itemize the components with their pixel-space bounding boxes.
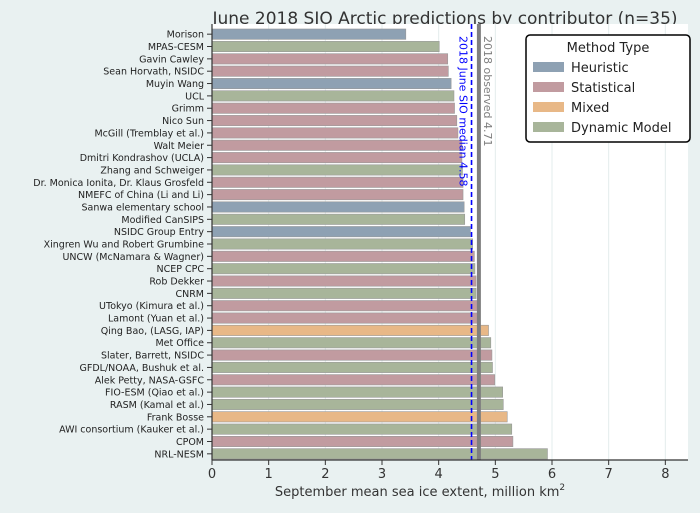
bar <box>211 28 407 40</box>
bar <box>211 164 463 176</box>
bar <box>211 226 471 238</box>
observed-label: 2018 observed 4.71 <box>481 36 494 146</box>
y-tick-label: RASM (Kamal et al.) <box>110 400 204 411</box>
x-tick-label: 1 <box>265 467 273 482</box>
y-tick-label: CPOM <box>176 437 204 448</box>
x-tick-label: 7 <box>605 467 613 482</box>
y-tick-label: GFDL/NOAA, Bushuk et al. <box>80 363 204 374</box>
bar <box>211 41 440 52</box>
y-tick-label: Lamont (Yuan et al.) <box>108 314 204 325</box>
bar <box>211 176 464 188</box>
y-tick-label: FIO-ESM (Qiao et al.) <box>105 388 204 399</box>
bar <box>211 238 473 250</box>
y-tick-label: Rob Dekker <box>149 277 204 288</box>
bar <box>211 102 455 114</box>
y-tick-label: Xingren Wu and Robert Grumbine <box>44 240 205 251</box>
bar <box>211 386 504 398</box>
bar <box>211 361 493 373</box>
legend-swatch <box>533 102 564 112</box>
x-tick-label: 5 <box>491 467 499 482</box>
legend-entry: Heuristic <box>571 61 629 76</box>
bar <box>211 189 464 201</box>
y-tick-label: AWI consortium (Kauker et al.) <box>59 425 204 436</box>
x-tick-label: 6 <box>548 467 556 482</box>
y-tick-label: McGill (Tremblay et al.) <box>94 128 204 139</box>
y-tick-label: Alek Petty, NASA-GSFC <box>95 375 205 386</box>
x-tick-label: 4 <box>435 467 443 482</box>
legend-swatch <box>533 82 564 92</box>
y-tick-label: Walt Meier <box>154 141 205 152</box>
bar <box>211 250 475 262</box>
y-tick-label: Qing Bao, (LASG, IAP) <box>101 326 204 337</box>
legend-entry: Statistical <box>571 81 635 96</box>
bar <box>211 337 492 349</box>
y-tick-label: UTokyo (Kimura et al.) <box>99 301 204 312</box>
y-tick-label: Muyin Wang <box>146 79 204 90</box>
y-tick-label: MPAS-CESM <box>148 42 204 53</box>
y-tick-label: NMEFC of China (Li and Li) <box>78 190 204 201</box>
y-tick-label: UNCW (McNamara & Wagner) <box>62 252 204 263</box>
bar-chart: June 2018 SIO Arctic predictions by cont… <box>33 9 691 500</box>
bar <box>211 139 463 151</box>
bar <box>211 65 449 77</box>
x-tick-label: 0 <box>208 467 216 482</box>
bar <box>211 78 452 90</box>
y-tick-label: NRL-NESM <box>154 449 204 460</box>
bar <box>211 423 513 435</box>
bar <box>211 213 466 225</box>
legend: Method Type Heuristic Statistical Mixed Dyna… <box>525 34 691 143</box>
bar <box>211 374 496 386</box>
y-tick-label: Met Office <box>155 338 204 349</box>
y-tick-label: NCEP CPC <box>157 264 205 275</box>
y-tick-label: Sean Horvath, NSIDC <box>103 67 204 78</box>
bar <box>211 300 480 312</box>
x-tick-label: 3 <box>378 467 386 482</box>
bar <box>211 263 476 275</box>
bar <box>211 324 489 336</box>
y-tick-label: Frank Bosse <box>147 412 204 423</box>
bar <box>211 436 514 447</box>
legend-entry: Mixed <box>571 101 609 116</box>
x-tick-label: 2 <box>321 467 329 482</box>
y-tick-label: UCL <box>185 91 205 102</box>
median-label: 2018 June SIO median 4.58 <box>457 36 470 187</box>
y-tick-label: Morison <box>167 30 204 41</box>
bar <box>211 115 458 127</box>
y-tick-label: Grimm <box>172 104 204 115</box>
y-tick-label: Slater, Barrett, NSIDC <box>101 351 204 362</box>
bar <box>211 201 465 213</box>
legend-swatch <box>533 62 564 72</box>
x-tick-label: 8 <box>661 467 669 482</box>
bar <box>211 127 459 139</box>
y-tick-label: Zhang and Schweiger <box>100 165 204 176</box>
y-tick-label: CNRM <box>175 289 204 300</box>
y-tick-label: Nico Sun <box>162 116 204 127</box>
bar <box>211 312 480 324</box>
legend-swatch <box>533 122 564 132</box>
legend-title: Method Type <box>567 41 650 56</box>
x-axis-label: September mean sea ice extent, million k… <box>275 483 565 500</box>
bar <box>211 275 477 287</box>
y-tick-label: Modified CanSIPS <box>121 215 204 226</box>
y-tick-label: Sanwa elementary school <box>82 202 204 213</box>
bar <box>211 398 504 410</box>
legend-entry: Dynamic Model <box>571 121 672 136</box>
bar <box>211 411 508 423</box>
y-tick-label: NSIDC Group Entry <box>114 227 205 238</box>
bar <box>211 90 455 102</box>
y-tick-label: Gavin Cawley <box>139 54 204 65</box>
bar <box>211 349 493 361</box>
y-tick-label: Dr. Monica Ionita, Dr. Klaus Grosfeld <box>33 178 204 189</box>
bar <box>211 287 477 299</box>
y-tick-label: Dmitri Kondrashov (UCLA) <box>80 153 204 164</box>
bar <box>211 53 449 65</box>
bar <box>211 152 463 164</box>
bar <box>211 448 548 460</box>
